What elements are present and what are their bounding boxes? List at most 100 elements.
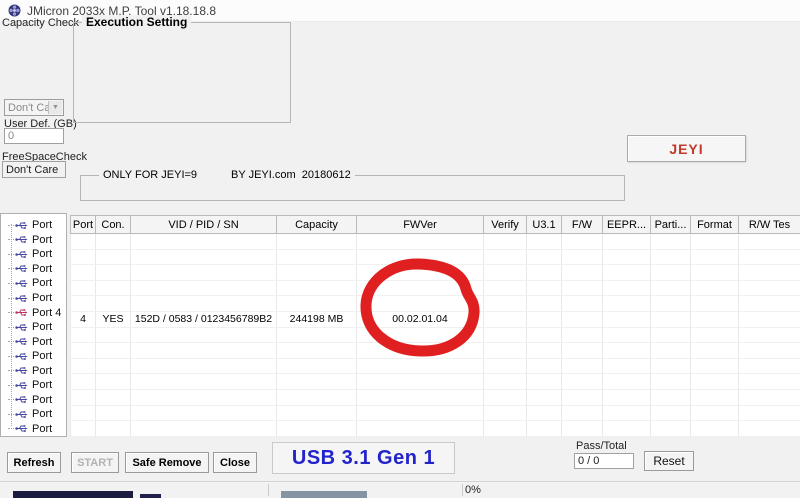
table-cell (484, 343, 527, 359)
table-cell (357, 328, 484, 344)
table-cell (484, 250, 527, 266)
column-header[interactable]: U3.1 (527, 216, 562, 234)
table-row[interactable] (71, 359, 800, 375)
tree-connector (8, 239, 14, 240)
usb-icon (15, 410, 28, 419)
table-cell (131, 421, 277, 437)
table-cell (527, 296, 562, 312)
table-row[interactable] (71, 390, 800, 406)
column-header[interactable]: VID / PID / SN (131, 216, 277, 234)
table-row[interactable] (71, 265, 800, 281)
table-cell (527, 343, 562, 359)
table-cell (277, 374, 357, 390)
user-def-input[interactable]: 0 (4, 128, 64, 144)
table-cell (357, 296, 484, 312)
capacity-check-dropdown[interactable]: Don't Care ▼ (4, 99, 64, 116)
info-caption-right: BY JEYI.com 20180612 (231, 169, 351, 181)
start-button[interactable]: START (71, 452, 119, 473)
table-cell (603, 343, 651, 359)
table-cell (484, 312, 527, 328)
table-row[interactable] (71, 421, 800, 437)
table-cell (739, 234, 800, 250)
table-cell (131, 328, 277, 344)
tree-item-port-active[interactable]: Port 4 (1, 305, 66, 320)
reset-button[interactable]: Reset (644, 451, 694, 471)
table-cell (562, 234, 603, 250)
table-row[interactable] (71, 296, 800, 312)
table-cell (739, 374, 800, 390)
column-header[interactable]: Capacity (277, 216, 357, 234)
table-cell (71, 328, 96, 344)
column-header[interactable]: Con. (96, 216, 131, 234)
tree-item-port[interactable]: Port (1, 262, 66, 277)
tree-item-port[interactable]: Port (1, 422, 66, 437)
table-cell: YES (96, 312, 131, 328)
table-cell (484, 374, 527, 390)
usb-icon (15, 366, 28, 375)
table-cell (71, 406, 96, 422)
table-row[interactable] (71, 328, 800, 344)
table-row[interactable] (71, 234, 800, 250)
tree-item-port[interactable]: Port (1, 349, 66, 364)
tree-item-label: Port (32, 394, 52, 406)
column-header[interactable]: Parti... (651, 216, 691, 234)
tree-item-port[interactable]: Port (1, 320, 66, 335)
table-cell (739, 343, 800, 359)
table-cell (691, 359, 739, 375)
tree-item-port[interactable]: Port (1, 233, 66, 248)
usb-icon (15, 424, 28, 433)
usb-icon (15, 352, 28, 361)
table-cell (603, 281, 651, 297)
tree-item-port[interactable]: Port (1, 407, 66, 422)
table-cell (277, 343, 357, 359)
table-cell (527, 328, 562, 344)
table-row[interactable] (71, 406, 800, 422)
table-row[interactable] (71, 374, 800, 390)
jeyi-button[interactable]: JEYI (627, 135, 746, 162)
tree-item-port[interactable]: Port (1, 291, 66, 306)
usb-icon (15, 294, 28, 303)
tree-item-port[interactable]: Port (1, 334, 66, 349)
table-cell (562, 296, 603, 312)
safe-remove-button[interactable]: Safe Remove (125, 452, 209, 473)
table-cell (739, 265, 800, 281)
table-row[interactable]: 4YES152D / 0583 / 0123456789B2244198 MB0… (71, 312, 800, 328)
tree-item-port[interactable]: Port (1, 378, 66, 393)
tree-item-port[interactable]: Port (1, 218, 66, 233)
table-row[interactable] (71, 343, 800, 359)
column-header[interactable]: F/W (562, 216, 603, 234)
execution-setting-groupbox: Execution Setting (73, 22, 291, 123)
tree-item-port[interactable]: Port (1, 363, 66, 378)
table-row[interactable] (71, 281, 800, 297)
table-cell (739, 328, 800, 344)
column-header[interactable]: R/W Tes (739, 216, 800, 234)
table-cell (484, 265, 527, 281)
tree-item-label: Port (32, 234, 52, 246)
refresh-button[interactable]: Refresh (7, 452, 61, 473)
tree-item-label: Port (32, 321, 52, 333)
table-cell (357, 265, 484, 281)
column-header[interactable]: Format (691, 216, 739, 234)
table-cell (131, 265, 277, 281)
tree-item-port[interactable]: Port (1, 393, 66, 408)
column-header[interactable]: Port (71, 216, 96, 234)
table-cell (739, 281, 800, 297)
table-cell (131, 359, 277, 375)
close-button-label: Close (220, 457, 250, 469)
column-header[interactable]: EEPR... (603, 216, 651, 234)
tree-connector (8, 399, 14, 400)
table-row[interactable] (71, 250, 800, 266)
column-header[interactable]: FWVer (357, 216, 484, 234)
column-header[interactable]: Verify (484, 216, 527, 234)
pass-total-field[interactable]: 0 / 0 (574, 453, 634, 469)
tree-item-port[interactable]: Port (1, 247, 66, 262)
freespace-check-field[interactable]: Don't Care (2, 161, 66, 178)
chevron-down-icon[interactable]: ▼ (48, 101, 62, 114)
table-cell (691, 421, 739, 437)
tree-connector (8, 356, 14, 357)
close-button[interactable]: Close (213, 452, 257, 473)
table-cell (484, 406, 527, 422)
tree-item-port[interactable]: Port (1, 276, 66, 291)
tree-item-label: Port (32, 365, 52, 377)
background-window-fragment (140, 494, 161, 498)
